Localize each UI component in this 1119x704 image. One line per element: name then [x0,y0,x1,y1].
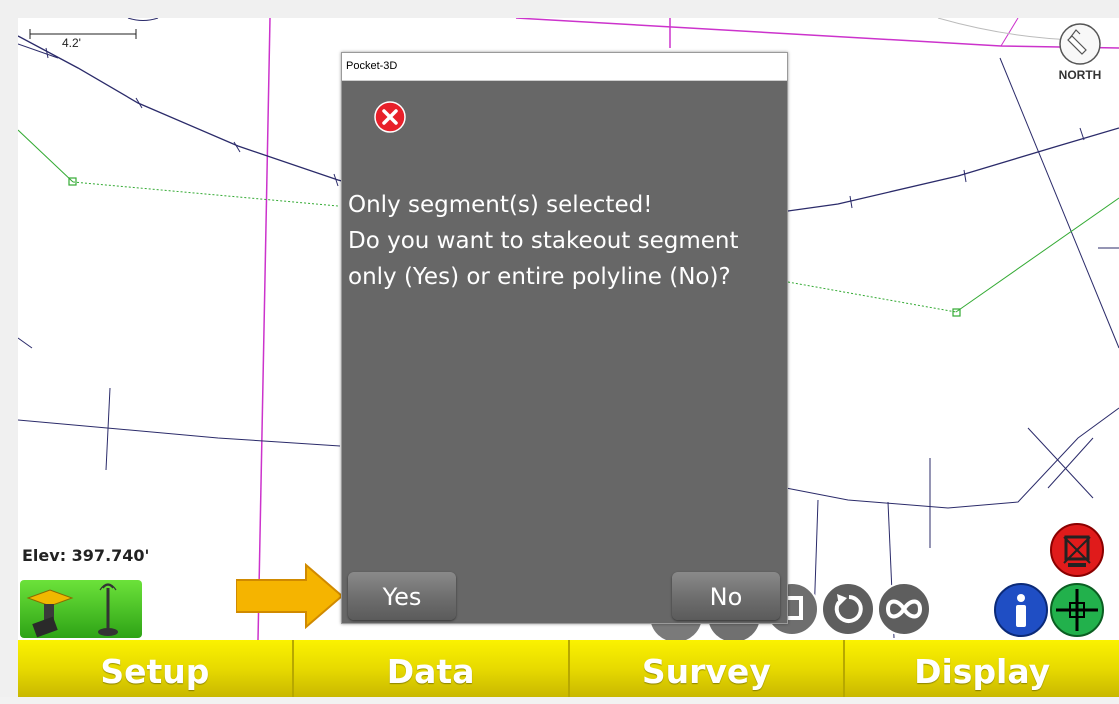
crosshair-icon [1056,589,1098,631]
map-magenta-line [257,18,271,640]
map-line [105,387,111,471]
stop-measure-button[interactable] [1050,523,1104,577]
infinity-icon [885,599,923,619]
map-boundary-line [955,197,1119,313]
north-compass-icon [1059,23,1101,65]
data-button[interactable]: Data [293,640,570,697]
no-button[interactable]: No [672,572,780,620]
map-boundary-line [787,281,957,313]
dialog-message: Only segment(s) selected! Do you want to… [348,187,778,295]
north-label: NORTH [1058,68,1102,82]
gnss-status-button[interactable] [20,580,142,638]
dialog-message-line: Only segment(s) selected! [348,192,653,218]
scale-bar [29,29,137,39]
map-magenta-line [1000,18,1019,47]
rotate-button[interactable] [821,582,875,636]
map-line [18,337,33,349]
display-button[interactable]: Display [845,640,1119,697]
map-line [18,419,341,447]
confirm-dialog: Pocket-3D Only segment(s) selected! Do y… [341,52,788,624]
elevation-readout: Elev: 397.740' [22,546,150,565]
scale-label: 4.2' [62,36,81,50]
map-line [999,57,1119,349]
map-boundary-line [18,129,74,183]
survey-button[interactable]: Survey [569,640,846,697]
map-line [1027,427,1094,499]
info-icon [1016,594,1026,627]
main-toolbar: Setup Data Survey Display [18,640,1119,697]
infinity-button[interactable] [877,582,931,636]
error-icon [374,101,406,133]
map-line [785,407,1119,509]
crosshair-button[interactable] [1050,583,1104,637]
dialog-title: Pocket-3D [346,60,398,72]
rotate-icon [834,594,863,623]
window-frame-top [0,0,1119,18]
map-magenta-line [515,18,1119,49]
setup-button[interactable]: Setup [18,640,294,697]
dialog-titlebar: Pocket-3D [342,53,787,81]
info-button[interactable] [994,583,1048,637]
dialog-message-line: Do you want to stakeout segment [348,228,739,254]
map-boundary-line [72,181,339,207]
dialog-message-line: only (Yes) or entire polyline (No)? [348,264,731,290]
window-frame-left [0,0,18,697]
gnss-receiver-icon [26,583,118,638]
map-line [127,18,159,21]
yes-button[interactable]: Yes [348,572,456,620]
north-button[interactable]: NORTH [1052,22,1101,82]
stop-measure-icon [1063,535,1091,567]
